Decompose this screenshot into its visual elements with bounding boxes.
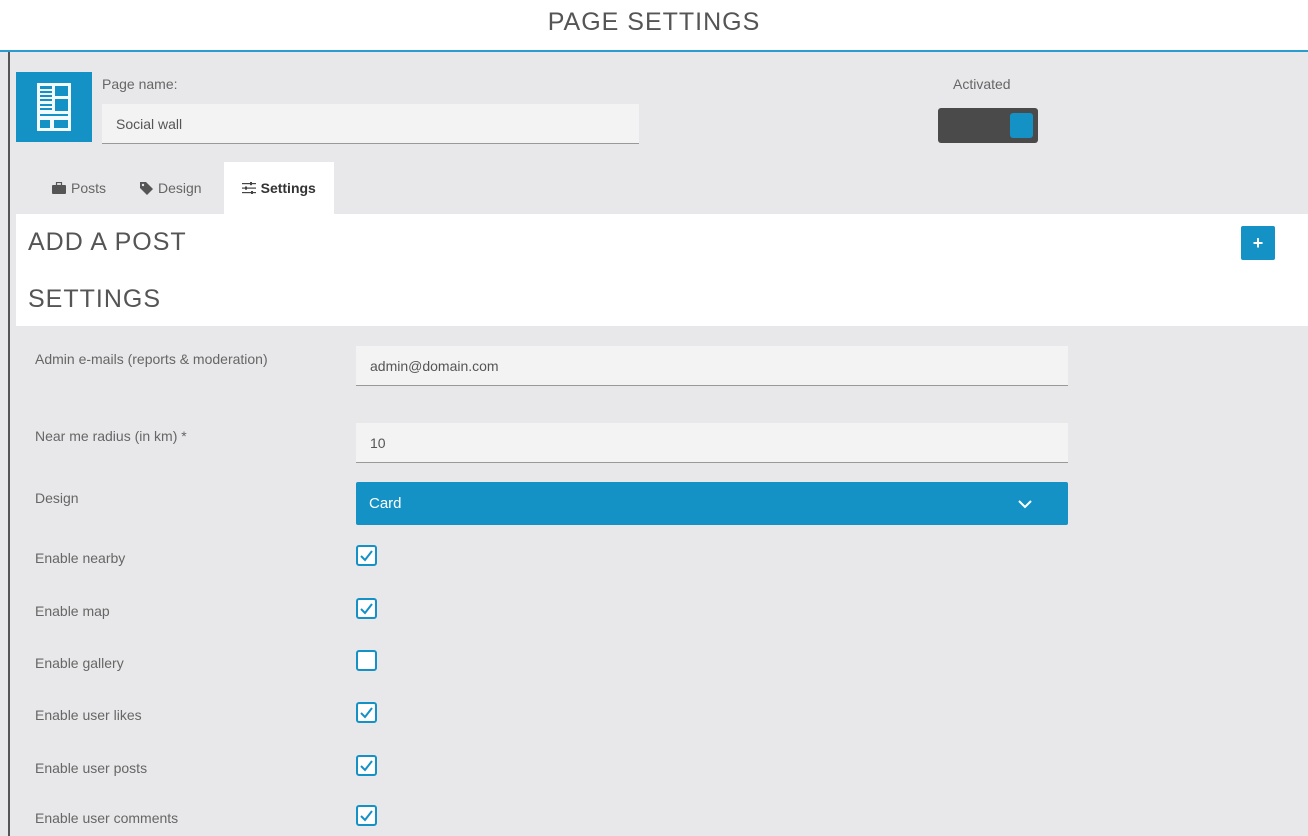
radius-label: Near me radius (in km) * — [35, 428, 187, 444]
tab-settings-label: Settings — [260, 180, 316, 196]
tag-icon — [140, 181, 154, 195]
page-layout-icon[interactable] — [16, 72, 92, 142]
activated-label: Activated — [953, 76, 1011, 92]
page-name-label: Page name: — [102, 76, 178, 92]
design-select-value: Card — [369, 495, 402, 512]
design-label: Design — [35, 490, 79, 506]
settings-heading: SETTINGS — [28, 285, 162, 313]
enable-user-likes-label: Enable user likes — [35, 707, 142, 723]
panel-left-border — [8, 52, 10, 836]
enable-gallery-label: Enable gallery — [35, 655, 124, 671]
add-post-heading: ADD A POST — [28, 228, 187, 256]
add-post-button[interactable]: + — [1241, 226, 1275, 260]
section-header-panel — [16, 214, 1308, 326]
enable-user-likes-checkbox[interactable] — [356, 702, 377, 723]
briefcase-icon — [52, 182, 66, 194]
admin-emails-input[interactable] — [356, 346, 1068, 386]
tab-posts[interactable]: Posts — [34, 162, 124, 214]
enable-user-posts-checkbox[interactable] — [356, 755, 377, 776]
tab-bar: Posts Design Settings — [34, 162, 334, 214]
enable-user-comments-checkbox[interactable] — [356, 805, 377, 826]
chevron-down-icon — [1018, 496, 1032, 513]
enable-nearby-checkbox[interactable] — [356, 545, 377, 566]
page-name-input[interactable] — [102, 104, 639, 144]
enable-nearby-label: Enable nearby — [35, 550, 126, 566]
page-title: PAGE SETTINGS — [547, 8, 761, 36]
activated-toggle[interactable] — [938, 108, 1038, 143]
enable-map-label: Enable map — [35, 603, 110, 619]
sliders-icon — [241, 182, 256, 194]
enable-map-checkbox[interactable] — [356, 598, 377, 619]
tab-design[interactable]: Design — [124, 162, 218, 214]
tab-settings[interactable]: Settings — [223, 162, 334, 214]
enable-user-posts-label: Enable user posts — [35, 760, 148, 776]
enable-user-comments-label: Enable user comments — [35, 810, 179, 826]
design-select[interactable]: Card — [356, 482, 1068, 525]
enable-gallery-checkbox[interactable] — [356, 650, 377, 671]
toggle-knob — [1010, 113, 1033, 138]
radius-input[interactable] — [356, 423, 1068, 463]
tab-posts-label: Posts — [71, 180, 107, 196]
tab-design-label: Design — [158, 180, 202, 196]
top-bar: PAGE SETTINGS — [0, 0, 1308, 52]
admin-emails-label: Admin e-mails (reports & moderation) — [35, 351, 268, 367]
